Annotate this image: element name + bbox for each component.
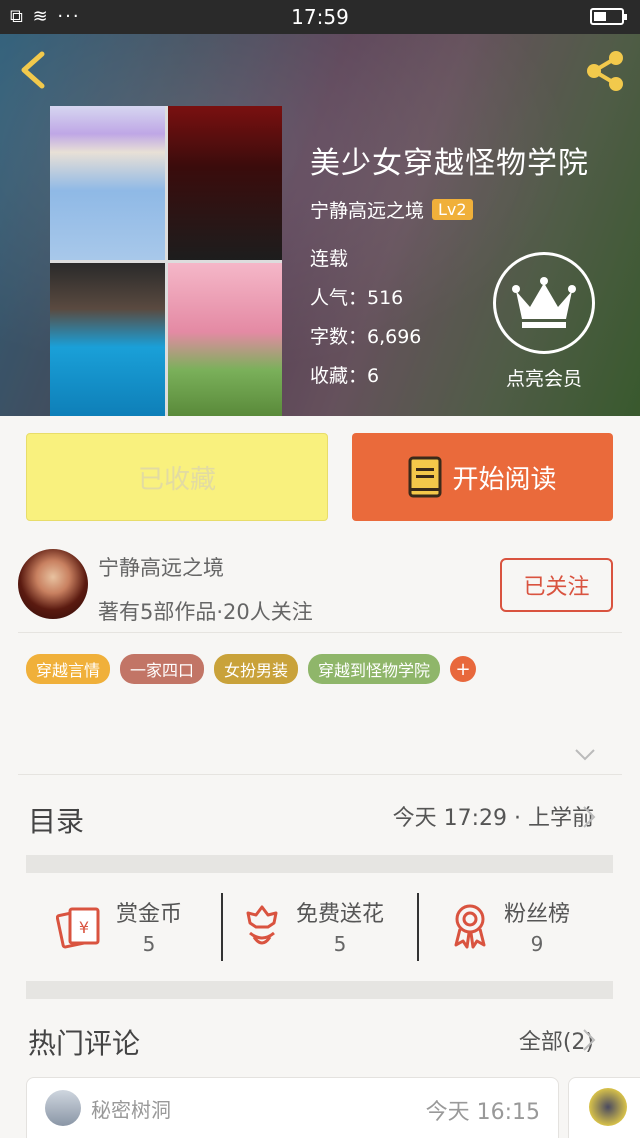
vip-crown-button[interactable] xyxy=(493,252,595,354)
cover-panel xyxy=(50,106,165,260)
follow-button[interactable]: 已关注 xyxy=(500,558,613,612)
add-tag-button[interactable]: + xyxy=(450,656,477,682)
start-reading-label: 开始阅读 xyxy=(452,464,557,495)
book-word-count: 字数：6,696 xyxy=(310,326,422,348)
status-bar: ⧉ ≋ ··· 17:59 xyxy=(0,0,640,34)
coin-envelope-icon: ¥ xyxy=(56,907,100,949)
comment-card[interactable]: 秘密树洞 今天 16:15 xyxy=(26,1077,559,1138)
book-title: 美少女穿越怪物学院 xyxy=(310,146,589,181)
gift-label: 免费送花 xyxy=(296,902,385,927)
author-name[interactable]: 宁静高远之境 xyxy=(98,552,224,582)
tag-list: 穿越言情 一家四口 女扮男装 穿越到怪物学院 + xyxy=(26,654,477,684)
section-divider xyxy=(26,855,613,873)
battery-icon xyxy=(590,8,627,25)
vip-label[interactable]: 点亮会员 xyxy=(478,364,610,391)
tag-chip[interactable]: 一家四口 xyxy=(120,654,205,684)
hot-comments-title: 热门评论 xyxy=(28,1027,141,1060)
catalog-title[interactable]: 目录 xyxy=(28,800,84,840)
flower-icon xyxy=(246,905,278,945)
divider xyxy=(18,632,622,633)
tag-chip[interactable]: 穿越到怪物学院 xyxy=(308,654,441,684)
book-status: 连载 xyxy=(310,248,349,270)
ribbon-medal-icon xyxy=(454,904,486,949)
gift-count: 9 xyxy=(530,932,544,956)
status-time: 17:59 xyxy=(291,5,349,29)
author-meta: 著有5部作品·20人关注 xyxy=(98,600,313,624)
author-level-badge: Lv2 xyxy=(432,199,473,220)
book-cover[interactable] xyxy=(50,106,282,416)
gift-count: 5 xyxy=(142,932,156,956)
commenter-name[interactable]: 秘密树洞 xyxy=(91,1094,171,1123)
favorited-button[interactable]: 已收藏 xyxy=(26,433,328,521)
cover-panel xyxy=(50,262,165,416)
gift-label: 赏金币 xyxy=(116,902,183,927)
book-icon xyxy=(408,456,442,498)
gift-fans-rank[interactable]: 粉丝榜 9 xyxy=(450,890,570,962)
divider xyxy=(18,774,622,775)
share-icon[interactable] xyxy=(582,48,628,94)
section-divider xyxy=(26,981,613,999)
divider xyxy=(221,893,223,961)
back-icon[interactable] xyxy=(16,50,50,90)
crown-icon xyxy=(512,277,576,328)
commenter-avatar[interactable] xyxy=(589,1088,627,1126)
gift-count: 5 xyxy=(333,932,347,956)
book-popularity: 人气：516 xyxy=(310,287,404,309)
cover-panel xyxy=(167,106,282,260)
book-header: 美少女穿越怪物学院 宁静高远之境 Lv2 连载 人气：516 字数：6,696 … xyxy=(0,34,640,416)
commenter-avatar[interactable] xyxy=(45,1090,81,1126)
divider xyxy=(417,893,419,961)
book-author[interactable]: 宁静高远之境 xyxy=(310,196,424,223)
tag-chip[interactable]: 女扮男装 xyxy=(214,654,299,684)
gift-coins[interactable]: ¥ 赏金币 5 xyxy=(56,890,182,962)
chevron-down-icon[interactable] xyxy=(574,748,596,762)
chevron-right-icon[interactable] xyxy=(582,1028,596,1052)
chevron-right-icon[interactable] xyxy=(582,805,596,829)
book-favorites: 收藏：6 xyxy=(310,365,380,387)
author-avatar[interactable] xyxy=(18,549,88,619)
catalog-latest-chapter[interactable]: 今天 17:29 · 上学前 xyxy=(393,800,594,832)
book-author-row[interactable]: 宁静高远之境 Lv2 xyxy=(310,196,473,223)
gift-flower[interactable]: 免费送花 5 xyxy=(242,890,384,962)
svg-text:¥: ¥ xyxy=(79,918,89,937)
tag-chip[interactable]: 穿越言情 xyxy=(26,654,111,684)
gift-label: 粉丝榜 xyxy=(504,902,571,927)
comment-card[interactable] xyxy=(568,1077,640,1138)
cover-panel xyxy=(167,262,282,416)
comment-time: 今天 16:15 xyxy=(425,1100,540,1125)
start-reading-button[interactable]: 开始阅读 xyxy=(352,433,613,521)
